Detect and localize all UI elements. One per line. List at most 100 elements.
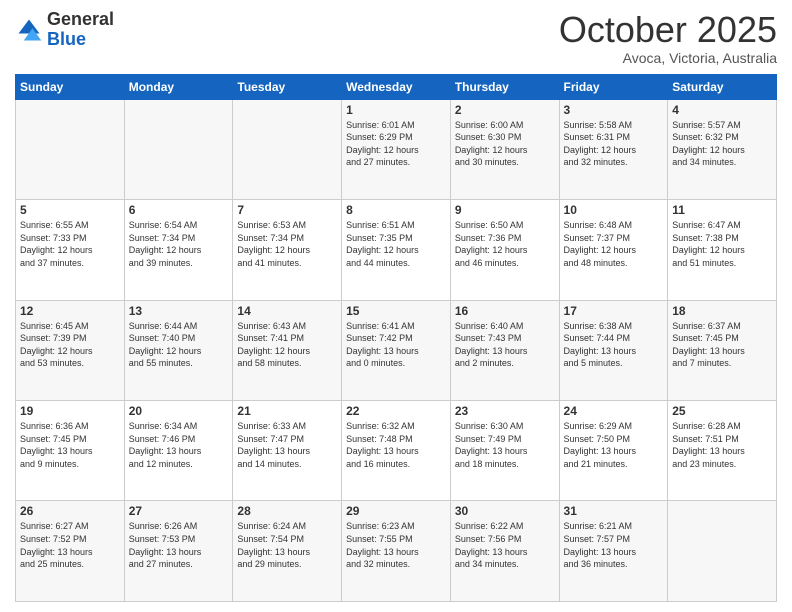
day-info: Sunrise: 6:28 AM Sunset: 7:51 PM Dayligh… — [672, 420, 772, 470]
day-number: 8 — [346, 203, 446, 217]
day-info: Sunrise: 6:32 AM Sunset: 7:48 PM Dayligh… — [346, 420, 446, 470]
logo-icon — [15, 16, 43, 44]
calendar-week-1: 1 Sunrise: 6:01 AM Sunset: 6:29 PM Daylig… — [16, 99, 777, 199]
calendar-cell: 4Sunrise: 5:57 AM Sunset: 6:32 PM Daylig… — [668, 99, 777, 199]
calendar-cell: 22 Sunrise: 6:32 AM Sunset: 7:48 PM Dayli… — [342, 401, 451, 501]
day-number: 23 — [455, 404, 555, 418]
day-info: Sunrise: 6:24 AM Sunset: 7:54 PM Dayligh… — [237, 520, 337, 570]
calendar-cell: 25Sunrise: 6:28 AM Sunset: 7:51 PM Dayli… — [668, 401, 777, 501]
calendar-header-thursday: Thursday — [450, 74, 559, 99]
day-info: Sunrise: 6:51 AM Sunset: 7:35 PM Dayligh… — [346, 219, 446, 269]
day-info: Sunrise: 6:43 AM Sunset: 7:41 PM Dayligh… — [237, 320, 337, 370]
day-info: Sunrise: 6:26 AM Sunset: 7:53 PM Dayligh… — [129, 520, 229, 570]
day-number: 14 — [237, 304, 337, 318]
day-info: Sunrise: 6:00 AM Sunset: 6:30 PM Dayligh… — [455, 119, 555, 169]
day-number: 2 — [455, 103, 555, 117]
day-number: 31 — [564, 504, 664, 518]
day-info: Sunrise: 6:44 AM Sunset: 7:40 PM Dayligh… — [129, 320, 229, 370]
calendar-header-monday: Monday — [124, 74, 233, 99]
day-number: 26 — [20, 504, 120, 518]
day-number: 17 — [564, 304, 664, 318]
day-number: 10 — [564, 203, 664, 217]
day-info: Sunrise: 6:21 AM Sunset: 7:57 PM Dayligh… — [564, 520, 664, 570]
calendar-cell: 16 Sunrise: 6:40 AM Sunset: 7:43 PM Dayli… — [450, 300, 559, 400]
day-number: 27 — [129, 504, 229, 518]
day-info: Sunrise: 6:47 AM Sunset: 7:38 PM Dayligh… — [672, 219, 772, 269]
calendar-cell: 15 Sunrise: 6:41 AM Sunset: 7:42 PM Dayli… — [342, 300, 451, 400]
location: Avoca, Victoria, Australia — [559, 50, 777, 66]
title-block: October 2025 Avoca, Victoria, Australia — [559, 10, 777, 66]
calendar-week-2: 5 Sunrise: 6:55 AM Sunset: 7:33 PM Daylig… — [16, 200, 777, 300]
day-number: 24 — [564, 404, 664, 418]
day-info: Sunrise: 6:34 AM Sunset: 7:46 PM Dayligh… — [129, 420, 229, 470]
day-number: 3 — [564, 103, 664, 117]
day-info: Sunrise: 6:33 AM Sunset: 7:47 PM Dayligh… — [237, 420, 337, 470]
calendar-cell: 27 Sunrise: 6:26 AM Sunset: 7:53 PM Dayli… — [124, 501, 233, 602]
calendar-cell: 20Sunrise: 6:34 AM Sunset: 7:46 PM Dayli… — [124, 401, 233, 501]
day-number: 21 — [237, 404, 337, 418]
calendar-week-5: 26Sunrise: 6:27 AM Sunset: 7:52 PM Dayli… — [16, 501, 777, 602]
calendar-cell: 29 Sunrise: 6:23 AM Sunset: 7:55 PM Dayli… — [342, 501, 451, 602]
page: General Blue October 2025 Avoca, Victori… — [0, 0, 792, 612]
day-number: 18 — [672, 304, 772, 318]
day-number: 11 — [672, 203, 772, 217]
calendar-header-wednesday: Wednesday — [342, 74, 451, 99]
calendar-cell: 5 Sunrise: 6:55 AM Sunset: 7:33 PM Daylig… — [16, 200, 125, 300]
day-info: Sunrise: 6:41 AM Sunset: 7:42 PM Dayligh… — [346, 320, 446, 370]
calendar-cell: 3 Sunrise: 5:58 AM Sunset: 6:31 PM Daylig… — [559, 99, 668, 199]
day-info: Sunrise: 6:48 AM Sunset: 7:37 PM Dayligh… — [564, 219, 664, 269]
calendar-header-sunday: Sunday — [16, 74, 125, 99]
calendar-cell: 12Sunrise: 6:45 AM Sunset: 7:39 PM Dayli… — [16, 300, 125, 400]
day-number: 5 — [20, 203, 120, 217]
day-info: Sunrise: 6:50 AM Sunset: 7:36 PM Dayligh… — [455, 219, 555, 269]
calendar-cell — [16, 99, 125, 199]
calendar-cell: 13 Sunrise: 6:44 AM Sunset: 7:40 PM Dayli… — [124, 300, 233, 400]
day-number: 29 — [346, 504, 446, 518]
logo-blue-text: Blue — [47, 30, 114, 50]
calendar-cell: 24 Sunrise: 6:29 AM Sunset: 7:50 PM Dayli… — [559, 401, 668, 501]
day-info: Sunrise: 6:40 AM Sunset: 7:43 PM Dayligh… — [455, 320, 555, 370]
calendar-cell: 21 Sunrise: 6:33 AM Sunset: 7:47 PM Dayli… — [233, 401, 342, 501]
day-number: 13 — [129, 304, 229, 318]
calendar-cell — [668, 501, 777, 602]
day-info: Sunrise: 6:01 AM Sunset: 6:29 PM Dayligh… — [346, 119, 446, 169]
calendar-cell: 18 Sunrise: 6:37 AM Sunset: 7:45 PM Dayli… — [668, 300, 777, 400]
calendar-cell: 30Sunrise: 6:22 AM Sunset: 7:56 PM Dayli… — [450, 501, 559, 602]
day-number: 1 — [346, 103, 446, 117]
day-number: 28 — [237, 504, 337, 518]
calendar-cell: 10 Sunrise: 6:48 AM Sunset: 7:37 PM Dayli… — [559, 200, 668, 300]
day-number: 16 — [455, 304, 555, 318]
day-number: 6 — [129, 203, 229, 217]
day-info: Sunrise: 6:29 AM Sunset: 7:50 PM Dayligh… — [564, 420, 664, 470]
day-number: 12 — [20, 304, 120, 318]
day-info: Sunrise: 6:37 AM Sunset: 7:45 PM Dayligh… — [672, 320, 772, 370]
calendar-cell: 23Sunrise: 6:30 AM Sunset: 7:49 PM Dayli… — [450, 401, 559, 501]
calendar-cell: 8 Sunrise: 6:51 AM Sunset: 7:35 PM Daylig… — [342, 200, 451, 300]
month-title: October 2025 — [559, 10, 777, 50]
day-number: 22 — [346, 404, 446, 418]
logo: General Blue — [15, 10, 114, 50]
calendar-cell — [124, 99, 233, 199]
calendar-cell — [233, 99, 342, 199]
day-number: 7 — [237, 203, 337, 217]
day-info: Sunrise: 5:58 AM Sunset: 6:31 PM Dayligh… — [564, 119, 664, 169]
calendar-cell: 31 Sunrise: 6:21 AM Sunset: 7:57 PM Dayli… — [559, 501, 668, 602]
calendar-header-row: SundayMondayTuesdayWednesdayThursdayFrid… — [16, 74, 777, 99]
day-info: Sunrise: 6:38 AM Sunset: 7:44 PM Dayligh… — [564, 320, 664, 370]
day-number: 15 — [346, 304, 446, 318]
day-info: Sunrise: 6:36 AM Sunset: 7:45 PM Dayligh… — [20, 420, 120, 470]
day-info: Sunrise: 6:55 AM Sunset: 7:33 PM Dayligh… — [20, 219, 120, 269]
day-info: Sunrise: 6:22 AM Sunset: 7:56 PM Dayligh… — [455, 520, 555, 570]
calendar-cell: 6Sunrise: 6:54 AM Sunset: 7:34 PM Daylig… — [124, 200, 233, 300]
day-number: 19 — [20, 404, 120, 418]
day-number: 9 — [455, 203, 555, 217]
day-info: Sunrise: 5:57 AM Sunset: 6:32 PM Dayligh… — [672, 119, 772, 169]
calendar-cell: 26Sunrise: 6:27 AM Sunset: 7:52 PM Dayli… — [16, 501, 125, 602]
calendar-cell: 1 Sunrise: 6:01 AM Sunset: 6:29 PM Daylig… — [342, 99, 451, 199]
day-info: Sunrise: 6:53 AM Sunset: 7:34 PM Dayligh… — [237, 219, 337, 269]
calendar-cell: 2 Sunrise: 6:00 AM Sunset: 6:30 PM Daylig… — [450, 99, 559, 199]
day-info: Sunrise: 6:23 AM Sunset: 7:55 PM Dayligh… — [346, 520, 446, 570]
calendar-header-tuesday: Tuesday — [233, 74, 342, 99]
header: General Blue October 2025 Avoca, Victori… — [15, 10, 777, 66]
calendar-cell: 9 Sunrise: 6:50 AM Sunset: 7:36 PM Daylig… — [450, 200, 559, 300]
